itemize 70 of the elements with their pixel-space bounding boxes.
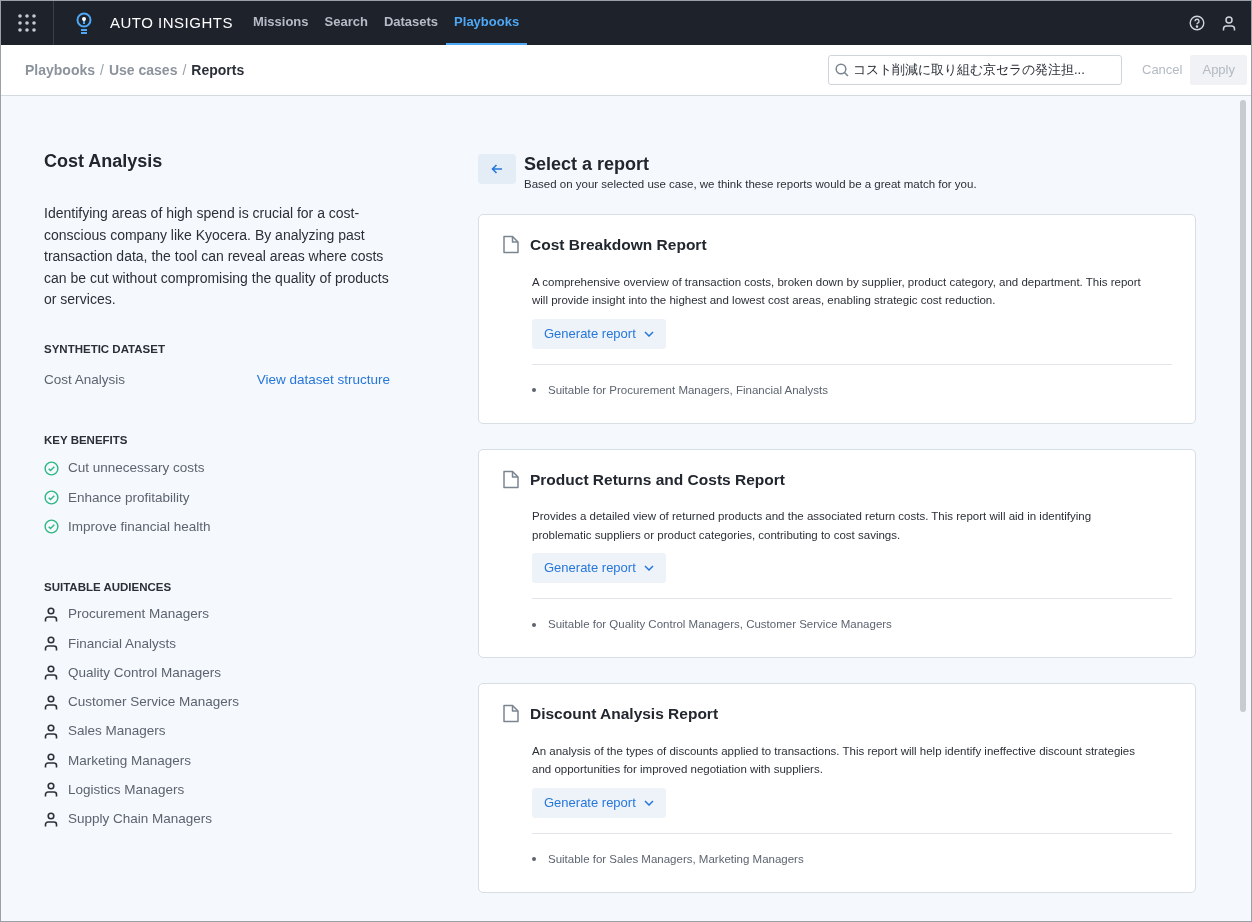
person-icon	[44, 811, 58, 827]
view-dataset-link[interactable]: View dataset structure	[256, 369, 390, 390]
check-circle-icon	[44, 519, 59, 535]
help-icon[interactable]	[1189, 15, 1205, 31]
breadcrumb-separator: /	[182, 60, 187, 80]
arrow-left-icon	[491, 163, 503, 175]
bullet-icon	[532, 388, 536, 393]
report-title: Product Returns and Costs Report	[530, 469, 785, 490]
audience-text: Marketing Managers	[68, 751, 192, 770]
section-heading: SYNTHETIC DATASET	[44, 341, 166, 357]
audience-text: Financial Analysts	[68, 634, 177, 653]
report-description: A comprehensive overview of transaction costs, broken down by supplier, product category, and department. This report will provide insight into the highest and lowest cost areas, enabling strategic cost reduction.	[532, 274, 1142, 308]
audience-text: Quality Control Managers	[68, 663, 222, 682]
report-audience: Suitable for Quality Control Managers, Customer Service Managers	[548, 617, 892, 632]
scrollbar[interactable]	[1240, 100, 1246, 712]
chevron-down-icon	[643, 330, 654, 337]
report-audience: Suitable for Procurement Managers, Financial Analysts	[548, 382, 828, 398]
search-icon	[835, 63, 849, 77]
audience-text: Logistics Managers	[68, 780, 185, 799]
section-heading: SUITABLE AUDIENCES	[44, 580, 173, 595]
back-button[interactable]	[478, 154, 516, 184]
report-title: Discount Analysis Report	[530, 704, 719, 725]
bullet-icon	[532, 622, 536, 627]
dataset-name: Cost Analysis	[44, 370, 126, 389]
generate-report-button[interactable]: Generate report	[532, 787, 666, 818]
audience-text: Customer Service Managers	[68, 693, 240, 711]
benefit-text: Enhance profitability	[68, 488, 190, 507]
use-case-title: Cost Analysis	[44, 150, 164, 173]
report-audience: Suitable for Sales Managers, Marketing Managers	[548, 851, 804, 867]
report-description: An analysis of the types of discounts applied to transactions. This report will help identify ineffective discount strategies and opportunities for improved negotiation with suppliers.	[532, 743, 1136, 777]
nav-tab[interactable]: Search	[316, 1, 376, 45]
report-title: Cost Breakdown Report	[530, 235, 707, 256]
breadcrumb-separator: /	[100, 60, 104, 80]
breadcrumb-link[interactable]: Playbooks	[25, 59, 96, 81]
user-icon[interactable]	[1221, 15, 1237, 31]
benefit-text: Improve financial health	[68, 517, 211, 536]
person-icon	[44, 636, 58, 652]
generate-report-button[interactable]: Generate report	[532, 318, 666, 349]
audience-text: Procurement Managers	[68, 605, 210, 624]
benefit-text: Cut unnecessary costs	[68, 459, 205, 478]
app-grid-icon[interactable]	[17, 13, 37, 33]
breadcrumb-link[interactable]: Reports	[191, 59, 245, 81]
breadcrumb-link[interactable]: Use cases	[108, 59, 178, 81]
person-icon	[44, 753, 58, 769]
generate-report-button[interactable]: Generate report	[532, 553, 666, 583]
search-field[interactable]: コスト削減に取り組む京セラの発注担...	[828, 55, 1122, 85]
document-icon	[503, 469, 519, 489]
person-icon	[44, 723, 58, 739]
nav-tab[interactable]: Missions	[244, 1, 317, 45]
person-icon	[44, 694, 58, 710]
audience-text: Sales Managers	[68, 722, 166, 741]
audience-text: Supply Chain Managers	[68, 810, 213, 828]
lightbulb-logo-icon	[76, 12, 92, 34]
use-case-description: Identifying areas of high spend is crucial for a cost-conscious company like Kyocera. By analyzing past transaction data, the tool can reveal areas where costs can be cut without compromising the quality of products or services.	[44, 204, 390, 309]
document-icon	[503, 235, 519, 255]
person-icon	[44, 665, 58, 681]
brand-name: AUTO INSIGHTS	[110, 12, 233, 33]
nav-tab[interactable]: Datasets	[375, 1, 447, 45]
report-description: Provides a detailed view of returned products and the associated return costs. This report will aid in identifying problematic suppliers or product categories, contributing to cost savings.	[532, 509, 1093, 543]
document-icon	[503, 704, 519, 724]
page-title: Select a report	[524, 153, 651, 175]
section-heading: KEY BENEFITS	[44, 433, 129, 448]
page-subtitle: Based on your selected use case, we think these reports would be a great match for you.	[524, 177, 977, 192]
chevron-down-icon	[643, 799, 654, 806]
person-icon	[44, 606, 58, 622]
check-circle-icon	[44, 490, 59, 506]
chevron-down-icon	[643, 565, 654, 571]
person-icon	[44, 782, 58, 798]
check-circle-icon	[44, 460, 59, 476]
bullet-icon	[532, 857, 536, 862]
